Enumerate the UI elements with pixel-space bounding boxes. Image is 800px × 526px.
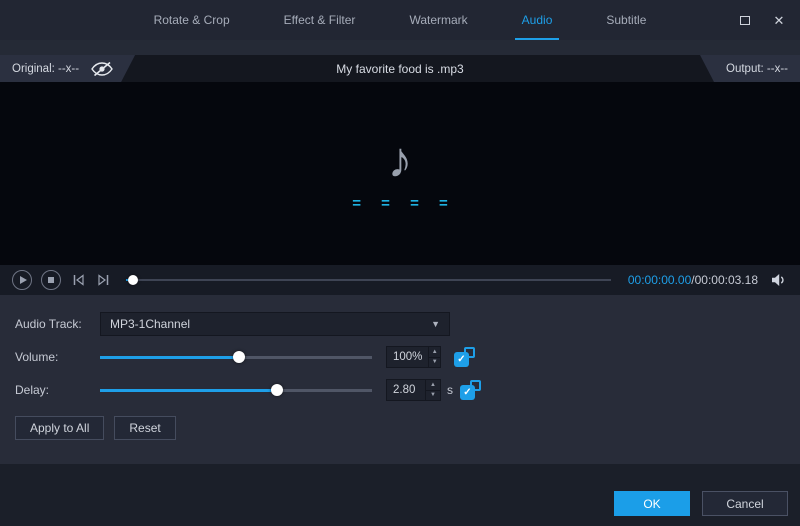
audio-editor-window: Rotate & Crop Effect & Filter Watermark … — [0, 0, 800, 526]
tab-audio[interactable]: Audio — [495, 0, 580, 40]
volume-slider[interactable] — [100, 350, 372, 364]
mute-button[interactable] — [771, 273, 788, 287]
play-icon — [19, 276, 27, 284]
volume-apply-check-button[interactable]: ✓ — [454, 347, 475, 367]
playback-progress-fill — [126, 279, 134, 281]
tab-effect-filter[interactable]: Effect & Filter — [257, 0, 383, 40]
time-display: 00:00:00.00/00:00:03.18 — [628, 273, 758, 287]
output-size-label: Output: --x-- — [726, 62, 788, 75]
tab-watermark[interactable]: Watermark — [382, 0, 494, 40]
audio-track-value: MP3-1Channel — [110, 317, 191, 331]
reset-button[interactable]: Reset — [114, 416, 176, 440]
volume-check-icon: ✓ — [454, 352, 469, 367]
equalizer-placeholder: = = = = — [352, 195, 456, 212]
delay-row: Delay: 2.80 ▲ ▼ s ✓ — [15, 377, 800, 403]
preview-area: ♪ = = = = — [0, 82, 800, 265]
output-size-chip: Output: --x-- — [700, 55, 800, 82]
stop-icon — [48, 277, 54, 283]
playback-progress-track — [126, 279, 611, 281]
delay-check-icon: ✓ — [460, 385, 475, 400]
delay-apply-check-button[interactable]: ✓ — [460, 380, 481, 400]
delay-spinner-down-icon[interactable]: ▼ — [426, 391, 440, 401]
previous-frame-icon — [73, 274, 84, 286]
panel-buttons: Apply to All Reset — [15, 416, 800, 440]
tab-bar: Rotate & Crop Effect & Filter Watermark … — [127, 0, 674, 40]
ok-button[interactable]: OK — [614, 491, 690, 516]
audio-track-select[interactable]: MP3-1Channel ▼ — [100, 312, 450, 336]
delay-label: Delay: — [15, 383, 50, 397]
maximize-button[interactable] — [738, 13, 752, 27]
next-frame-icon — [97, 274, 108, 286]
info-bar: Original: --x-- My favorite food is .mp3… — [0, 55, 800, 82]
close-button[interactable]: ✕ — [772, 13, 786, 27]
speaker-icon — [772, 274, 784, 286]
playback-bar: 00:00:00.00/00:00:03.18 — [0, 265, 800, 295]
volume-label: Volume: — [15, 350, 59, 364]
next-frame-button[interactable] — [95, 273, 111, 287]
window-controls: ✕ — [738, 0, 786, 40]
delay-slider[interactable] — [100, 383, 372, 397]
volume-row: Volume: 100% ▲ ▼ ✓ — [15, 344, 800, 370]
delay-slider-fill — [100, 388, 277, 392]
total-time: /00:00:03.18 — [691, 273, 758, 287]
delay-unit-label: s — [447, 383, 453, 397]
volume-spinner-up-icon[interactable]: ▲ — [429, 347, 440, 358]
previous-frame-button[interactable] — [70, 273, 86, 287]
play-button[interactable] — [12, 270, 32, 290]
subheader-strip — [0, 40, 800, 55]
footer-bar: OK Cancel — [0, 464, 800, 526]
tab-subtitle[interactable]: Subtitle — [579, 0, 673, 40]
file-title: My favorite food is .mp3 — [336, 61, 464, 76]
playback-progress-slider[interactable] — [126, 273, 611, 287]
volume-input: 100% ▲ ▼ — [386, 346, 441, 368]
close-icon: ✕ — [773, 12, 785, 28]
apply-to-all-button[interactable]: Apply to All — [15, 416, 105, 440]
delay-spinner: ▲ ▼ — [425, 380, 440, 400]
current-time: 00:00:00.00 — [627, 273, 692, 287]
cancel-button[interactable]: Cancel — [702, 491, 788, 516]
maximize-icon — [740, 15, 750, 25]
original-size-chip: Original: --x-- — [0, 55, 135, 82]
music-note-icon: ♪ — [387, 132, 413, 188]
tab-rotate-crop[interactable]: Rotate & Crop — [127, 0, 257, 40]
volume-spinner: ▲ ▼ — [428, 347, 440, 367]
preview-visibility-toggle[interactable] — [91, 62, 113, 76]
volume-value[interactable]: 100% — [387, 347, 428, 367]
audio-settings-panel: Audio Track: MP3-1Channel ▼ Volume: 100%… — [0, 295, 800, 464]
delay-input: 2.80 ▲ ▼ — [386, 379, 441, 401]
volume-spinner-down-icon[interactable]: ▼ — [429, 358, 440, 368]
chevron-down-icon: ▼ — [431, 319, 440, 329]
delay-value[interactable]: 2.80 — [387, 380, 425, 400]
original-size-label: Original: --x-- — [12, 62, 80, 75]
stop-button[interactable] — [41, 270, 61, 290]
titlebar: Rotate & Crop Effect & Filter Watermark … — [0, 0, 800, 40]
eye-slash-icon — [91, 62, 113, 76]
audio-track-label: Audio Track: — [15, 317, 82, 331]
volume-slider-fill — [100, 355, 239, 359]
audio-track-row: Audio Track: MP3-1Channel ▼ — [15, 311, 800, 337]
delay-spinner-up-icon[interactable]: ▲ — [426, 380, 440, 391]
